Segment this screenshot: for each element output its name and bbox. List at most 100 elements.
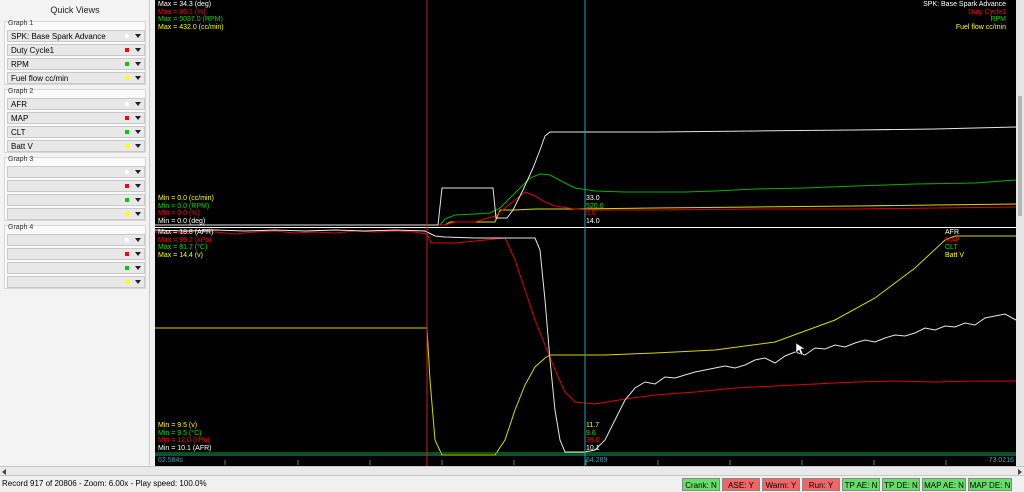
max-label: Max = 18.8 (AFR) [158,229,214,236]
graph-3-channel-3[interactable] [7,194,145,206]
chevron-down-icon[interactable] [135,252,141,256]
max-label: Max = 34.3 (deg) [158,1,212,8]
graph-4-channel-1[interactable] [7,234,145,246]
graph-3-channel-2[interactable] [7,180,145,192]
legend-entry: Fuel flow cc/min [955,23,1006,31]
channel-label: CLT [11,127,26,137]
chevron-down-icon[interactable] [135,116,141,120]
min-label: Min = 9.5 (v) [158,422,198,429]
graph-2-label: Graph 2 [8,88,34,95]
legend-entry: CLT [945,244,958,251]
timeline-cursor-time: 64.289 [586,457,608,464]
color-swatch [125,48,129,52]
graph-2-min-labels: Min = 9.5 (v) Min = 9.5 (°C) Min = 12.0 … [158,422,212,452]
graph-3-channel-4[interactable] [7,208,145,220]
chevron-down-icon[interactable] [135,76,141,80]
scroll-thumb[interactable] [1018,96,1022,216]
graph-1-channel-4[interactable]: Fuel flow cc/min [7,72,145,84]
chevron-down-icon[interactable] [135,34,141,38]
graph-2-legend: AFR MAP CLT Batt V [945,229,964,259]
graph-3-group: Graph 3 [4,156,146,221]
legend-entry: Duty Cycle1 [968,8,1006,16]
legend-entry: SPK: Base Spark Advance [923,1,1006,8]
timeline-start: 62.584s [158,457,183,464]
vertical-scrollbar[interactable] [1016,0,1024,466]
graph-traces [155,0,1016,466]
color-swatch [125,116,129,120]
cursor-value: 33.0 [586,195,600,202]
max-label: Max = 14.4 (v) [158,251,203,259]
color-swatch [125,280,129,284]
color-swatch [125,130,129,134]
indicator-map-de: MAP DE: N [968,478,1012,491]
chevron-down-icon[interactable] [135,62,141,66]
channel-label: Batt V [11,141,33,151]
chevron-down-icon[interactable] [135,48,141,52]
channel-label: MAP [11,113,29,123]
indicator-warm: Warm: Y [762,478,800,491]
status-bar: Record 917 of 20806 - Zoom: 6.00x - Play… [0,475,1024,492]
indicator-ase: ASE: Y [722,478,760,491]
cursor-value: 14.0 [586,217,600,225]
cursor-value: 5.0 [586,210,596,217]
cursor-value: 39.0 [586,437,600,444]
chevron-down-icon[interactable] [135,280,141,284]
quick-views-title: Quick Views [50,5,100,15]
color-swatch [125,266,129,270]
graph-1-label: Graph 1 [8,20,34,27]
chevron-down-icon[interactable] [135,212,141,216]
graph-4-channel-4[interactable] [7,276,145,288]
max-label: Max = 81.7 (°C) [158,244,208,251]
color-swatch [125,238,129,242]
log-graph-area[interactable]: Max = 34.3 (deg) Max = 86.1 (%) Max = 50… [155,0,1016,466]
color-swatch [125,212,129,216]
indicator-crank: Crank: N [682,478,720,491]
chevron-down-icon[interactable] [135,198,141,202]
indicator-run: Run: Y [802,478,840,491]
min-label: Min = 12.0 (kPa) [158,437,210,444]
timeline-end: 73.0216 [988,457,1014,464]
indicator-tp-de: TP DE: N [882,478,920,491]
chevron-down-icon[interactable] [135,170,141,174]
chevron-down-icon[interactable] [135,184,141,188]
graph-1-legend: SPK: Base Spark Advance Duty Cycle1 RPM … [923,1,1006,31]
color-swatch [125,144,129,148]
legend-entry: RPM [990,16,1006,23]
graph-1-group: Graph 1 SPK: Base Spark Advance Duty Cyc… [4,20,146,85]
graph-3-channel-1[interactable] [7,166,145,178]
graph-2-channel-2[interactable]: MAP [7,112,145,124]
channel-label: Duty Cycle1 [11,45,55,55]
graph-2-channel-3[interactable]: CLT [7,126,145,138]
graph-2-channel-4[interactable]: Batt V [7,140,145,152]
chevron-down-icon[interactable] [135,130,141,134]
cursor-value: 520.0 [586,202,604,210]
max-label: Max = 5037.0 (RPM) [158,16,223,23]
graph-1-channel-2[interactable]: Duty Cycle1 [7,44,145,56]
indicator-map-ae: MAP AE: N [922,478,966,491]
horizontal-scrollbar[interactable] [0,466,1024,475]
chevron-down-icon[interactable] [135,238,141,242]
color-swatch [125,62,129,66]
legend-entry: AFR [945,229,959,236]
graph-1-channel-1[interactable]: SPK: Base Spark Advance [7,30,145,42]
min-label: Min = 0.0 (%) [158,210,200,217]
legend-entry: Batt V [945,251,965,259]
graph-1-channel-3[interactable]: RPM [7,58,145,70]
graph-4-channel-3[interactable] [7,262,145,274]
chevron-down-icon[interactable] [135,102,141,106]
min-label: Min = 9.5 (°C) [158,429,202,437]
channel-label: AFR [11,99,27,109]
graph-1-max-labels: Max = 34.3 (deg) Max = 86.1 (%) Max = 50… [158,1,224,31]
channel-label: RPM [11,59,29,69]
graph-2-channel-1[interactable]: AFR [7,98,145,110]
graph-4-group: Graph 4 [4,224,146,289]
cursor-value: 11.7 [586,422,600,429]
log-viewer-window: Quick Views Graph 1 SPK: Base Spark Adva… [0,0,1024,492]
graph-2-group: Graph 2 AFR MAP CLT Batt V [4,88,146,153]
min-label: Min = 0.0 (cc/min) [158,195,214,202]
graph-4-channel-2[interactable] [7,248,145,260]
legend-entry: MAP [945,236,961,244]
chevron-down-icon[interactable] [135,144,141,148]
chevron-down-icon[interactable] [135,266,141,270]
color-swatch [125,198,129,202]
